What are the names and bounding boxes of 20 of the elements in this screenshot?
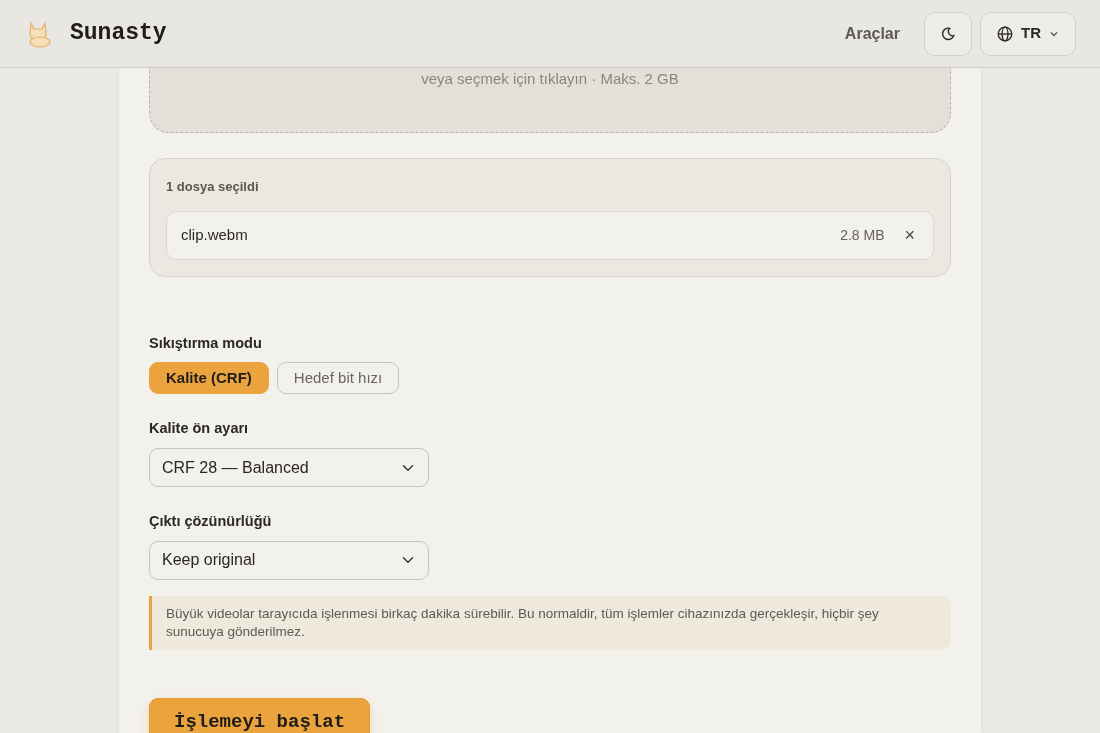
brand-name: Sunasty bbox=[70, 19, 167, 49]
moon-icon bbox=[941, 27, 955, 42]
theme-toggle-button[interactable] bbox=[924, 11, 972, 56]
mode-toggle[interactable]: Kalite (CRF) bbox=[149, 362, 269, 395]
dropzone-hint: veya seçmek için tıklayın · Maks. 2 GB bbox=[421, 70, 679, 87]
language-button[interactable]: TR bbox=[980, 11, 1076, 56]
start-button[interactable]: İşlemeyi başlat bbox=[149, 698, 371, 733]
info-notice: Büyük videolar tarayıcıda işlenmesi birkaç dakika sürebilir. Bu normaldir, tüm işlemler cihazınızda gerçekleşir, hiçbir şey sunucuya gönderilmez. bbox=[149, 595, 951, 651]
quality-preset-select[interactable]: CRF 28 — Balanced bbox=[149, 448, 429, 487]
selected-files-title: 1 dosya seçildi bbox=[166, 178, 260, 196]
field-label: Sıkıştırma modu bbox=[149, 333, 263, 353]
file-name: clip.webm bbox=[181, 224, 248, 245]
field-label: Çıktı çözünürlüğü bbox=[149, 512, 273, 531]
remove-file-button[interactable]: × bbox=[900, 226, 919, 244]
file-size: 2.8 MB bbox=[840, 225, 885, 245]
resolution-select[interactable]: Keep original bbox=[149, 540, 429, 580]
globe-icon bbox=[997, 25, 1013, 42]
field-label: Kalite ön ayarı bbox=[149, 419, 250, 439]
mode-toggle[interactable]: Hedef bit hızı bbox=[276, 362, 400, 395]
tools-link[interactable]: Araçlar bbox=[844, 21, 900, 46]
